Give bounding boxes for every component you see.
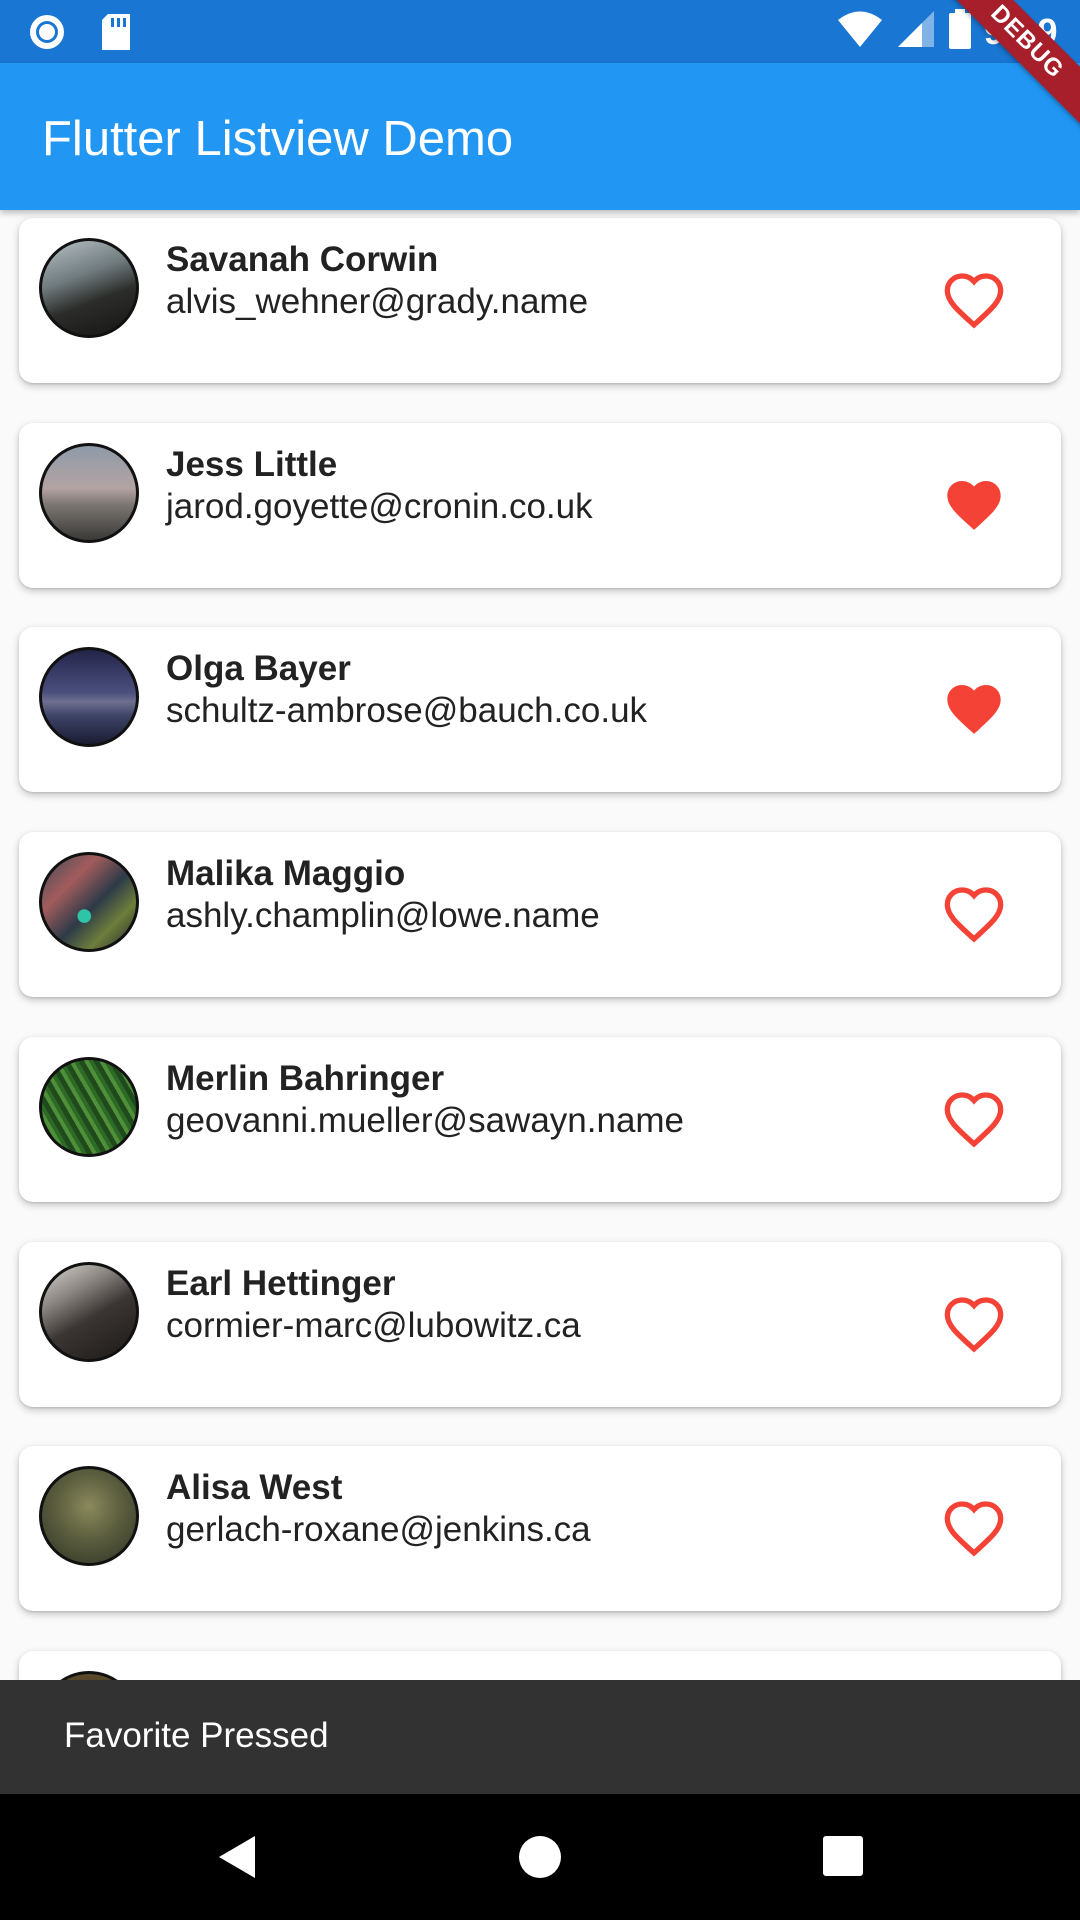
heart-outline-icon (944, 887, 1004, 943)
contact-name: Olga Bayer (166, 649, 351, 688)
avatar (39, 1466, 139, 1566)
avatar (39, 1671, 139, 1680)
favorite-button[interactable] (939, 677, 1009, 741)
contact-email: schultz-ambrose@bauch.co.uk (166, 691, 648, 730)
heart-filled-icon (947, 481, 1001, 530)
home-button[interactable] (515, 1832, 565, 1882)
contact-name: Merlin Bahringer (166, 1059, 445, 1098)
avatar (39, 238, 139, 338)
back-icon (219, 1836, 255, 1878)
navigation-bar (0, 1794, 1080, 1920)
contact-email: geovanni.mueller@sawayn.name (166, 1101, 685, 1140)
status-bar: 9:29 (0, 0, 1080, 63)
contact-email: gerlach-roxane@jenkins.ca (166, 1510, 591, 1549)
contact-name: Earl Hettinger (166, 1264, 396, 1303)
sync-icon (27, 12, 67, 57)
avatar (39, 443, 139, 543)
contact-email: ashly.champlin@lowe.name (166, 896, 600, 935)
avatar (39, 647, 139, 747)
heart-outline-icon (944, 1092, 1004, 1148)
app-bar: Flutter Listview Demo (0, 63, 1080, 210)
list-item[interactable]: Earl Hettinger cormier-marc@lubowitz.ca (19, 1242, 1061, 1407)
contact-name: Malika Maggio (166, 854, 406, 893)
favorite-button[interactable] (939, 1087, 1009, 1151)
list-item[interactable]: Savanah Corwin alvis_wehner@grady.name (19, 218, 1061, 383)
recents-button[interactable] (819, 1832, 869, 1882)
list-item[interactable]: Alisa West gerlach-roxane@jenkins.ca (19, 1446, 1061, 1611)
list-item[interactable]: Olga Bayer schultz-ambrose@bauch.co.uk (19, 627, 1061, 792)
page-title: Flutter Listview Demo (42, 112, 514, 166)
avatar (39, 1262, 139, 1362)
contact-name: Alisa West (166, 1468, 343, 1507)
sd-card-icon (99, 12, 133, 57)
contact-name: Savanah Corwin (166, 240, 439, 279)
list-item-partial[interactable] (19, 1651, 1061, 1680)
snackbar-message: Favorite Pressed (64, 1716, 329, 1755)
list-item[interactable]: Merlin Bahringer geovanni.mueller@sawayn… (19, 1037, 1061, 1202)
list-item[interactable]: Malika Maggio ashly.champlin@lowe.name (19, 832, 1061, 997)
favorite-button[interactable] (939, 1496, 1009, 1560)
recents-icon (823, 1836, 863, 1876)
contact-email: cormier-marc@lubowitz.ca (166, 1306, 581, 1345)
favorite-button[interactable] (939, 268, 1009, 332)
wifi-icon (836, 9, 884, 54)
heart-outline-icon (944, 1501, 1004, 1557)
contact-email: jarod.goyette@cronin.co.uk (166, 487, 593, 526)
back-button[interactable] (213, 1832, 263, 1882)
heart-filled-icon (947, 685, 1001, 734)
home-icon (519, 1836, 561, 1878)
contact-name: Jess Little (166, 445, 338, 484)
favorite-button[interactable] (939, 473, 1009, 537)
list-item[interactable]: Jess Little jarod.goyette@cronin.co.uk (19, 423, 1061, 588)
favorite-button[interactable] (939, 882, 1009, 946)
snackbar: Favorite Pressed (0, 1680, 1080, 1794)
heart-outline-icon (944, 273, 1004, 329)
favorite-button[interactable] (939, 1292, 1009, 1356)
heart-outline-icon (944, 1297, 1004, 1353)
battery-icon (948, 8, 972, 55)
contact-list[interactable]: Savanah Corwin alvis_wehner@grady.name J… (0, 210, 1080, 1680)
contact-email: alvis_wehner@grady.name (166, 282, 589, 321)
signal-icon (896, 9, 936, 54)
avatar (39, 852, 139, 952)
avatar (39, 1057, 139, 1157)
